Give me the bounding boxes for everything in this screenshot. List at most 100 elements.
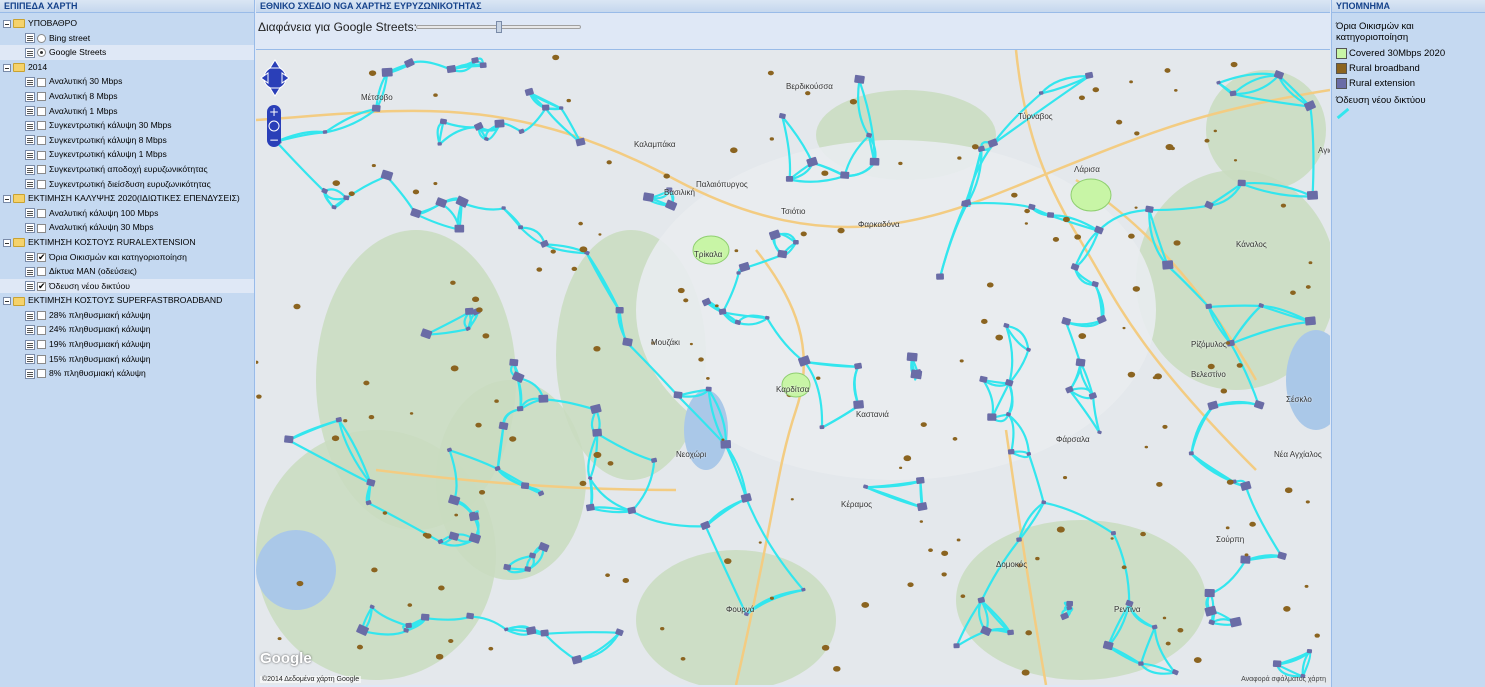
rural-broadband-area — [438, 585, 445, 591]
rural-extension-area — [322, 130, 328, 134]
layer-checkbox[interactable] — [37, 311, 46, 321]
layer-icon — [25, 33, 35, 44]
legend-items: Covered 30Mbps 2020 Rural broadband Rural … — [1336, 46, 1481, 91]
rural-extension-area — [1240, 555, 1251, 564]
rural-broadband-area — [1244, 553, 1249, 557]
report-error-link[interactable]: Αναφορά σφάλματος χάρτη — [1241, 676, 1326, 683]
layer-checkbox[interactable] — [37, 340, 46, 350]
layer-item[interactable]: Αναλυτική κάλυψη 100 Mbps — [0, 206, 254, 221]
rural-broadband-area — [1021, 669, 1030, 676]
collapse-icon[interactable] — [3, 238, 11, 247]
layer-label: Συγκεντρωτική αποδοχή ευρυζωνικότητας — [49, 163, 208, 174]
rural-broadband-area — [1074, 234, 1082, 240]
rural-broadband-area — [1249, 521, 1256, 527]
collapse-icon[interactable] — [3, 19, 11, 28]
collapse-icon[interactable] — [3, 297, 11, 306]
rural-extension-area — [466, 612, 474, 620]
layer-item[interactable]: ✔ Όδευση νέου δικτύου — [0, 278, 254, 294]
map-view[interactable]: Μέτσοβο Καλαμπάκα Βασιλική Τρίκαλα Ρεντίνα Φο… — [256, 50, 1330, 685]
layer-checkbox[interactable] — [37, 92, 46, 102]
rural-broadband-area — [1062, 476, 1068, 480]
layer-item[interactable]: 19% πληθυσμιακή κάλυψη — [0, 337, 254, 352]
rural-broadband-area — [593, 451, 602, 458]
layer-item[interactable]: Δίκτυα MAN (οδεύσεις) — [0, 264, 254, 279]
layer-item[interactable]: 24% πληθυσμιακή κάλυψη — [0, 322, 254, 337]
layer-checkbox[interactable] — [37, 165, 46, 175]
layer-checkbox[interactable] — [37, 121, 46, 131]
layer-item[interactable]: Αναλυτική 8 Mbps — [0, 89, 254, 104]
rural-broadband-area — [448, 638, 454, 644]
zoom-control[interactable]: + − — [266, 104, 282, 148]
rural-broadband-area — [1304, 584, 1309, 588]
layer-group[interactable]: 2014 — [0, 60, 254, 75]
layer-item[interactable]: Αναλυτική 1 Mbps — [0, 104, 254, 119]
layer-checkbox[interactable] — [37, 77, 46, 87]
rural-broadband-area — [412, 189, 420, 195]
rural-extension-area — [1306, 648, 1313, 654]
layer-checkbox[interactable] — [37, 208, 46, 218]
collapse-icon[interactable] — [3, 63, 11, 72]
layer-checkbox[interactable]: ✔ — [37, 281, 46, 291]
layer-checkbox[interactable] — [37, 267, 46, 277]
pan-down-icon[interactable] — [269, 87, 281, 97]
layer-checkbox[interactable] — [37, 325, 46, 335]
pan-control[interactable] — [260, 58, 290, 98]
rural-broadband-area — [919, 520, 924, 523]
rural-extension-area — [740, 493, 752, 503]
network-route — [461, 201, 504, 211]
layer-item[interactable]: Συγκεντρωτική διείσδυση ευρυζωνικότητας — [0, 177, 254, 192]
network-route — [1027, 453, 1045, 503]
layer-item[interactable]: Google Streets — [0, 45, 254, 60]
pan-up-icon[interactable] — [269, 59, 281, 69]
layer-checkbox[interactable]: ✔ — [37, 252, 46, 262]
rural-broadband-area — [1236, 363, 1243, 368]
layer-item[interactable]: Bing street — [0, 31, 254, 46]
rural-extension-area — [1162, 260, 1174, 270]
rural-broadband-area — [689, 342, 693, 346]
layer-item[interactable]: Συγκεντρωτική κάλυψη 30 Mbps — [0, 118, 254, 133]
layer-item[interactable]: ✔ Όρια Οικισμών και κατηγοριοποίηση — [0, 250, 254, 265]
rural-extension-area — [1075, 358, 1086, 367]
layer-checkbox[interactable] — [37, 150, 46, 160]
layer-checkbox[interactable] — [37, 106, 46, 116]
layer-group[interactable]: ΕΚΤΙΜΗΣΗ ΚΑΛΥΨΗΣ 2020(ΙΔΙΩΤΙΚΕΣ ΕΠΕΝΔΥΣΕ… — [0, 191, 254, 206]
rural-broadband-area — [566, 98, 571, 103]
rural-broadband-area — [368, 414, 375, 420]
transparency-slider-thumb[interactable] — [495, 21, 502, 33]
layer-item[interactable]: 8% πληθυσμιακή κάλυψη — [0, 366, 254, 381]
rural-broadband-area — [293, 303, 301, 310]
rural-broadband-area — [571, 266, 578, 272]
legend-item: Rural broadband — [1336, 61, 1481, 76]
layer-item[interactable]: Συγκεντρωτική κάλυψη 8 Mbps — [0, 133, 254, 148]
zoom-out-icon[interactable]: − — [269, 133, 279, 147]
layer-item[interactable]: 15% πληθυσμιακή κάλυψη — [0, 352, 254, 367]
map-canvas[interactable] — [256, 50, 1330, 685]
layer-checkbox[interactable] — [37, 179, 46, 189]
rural-extension-area — [1110, 530, 1117, 536]
rural-broadband-area — [1156, 481, 1163, 487]
town-label: Κάναλος — [1236, 240, 1267, 249]
layer-label: Αναλυτική 1 Mbps — [49, 105, 118, 116]
layer-radio[interactable] — [37, 33, 46, 43]
layer-checkbox[interactable] — [37, 223, 46, 233]
layer-icon — [25, 120, 35, 131]
layer-item[interactable]: Συγκεντρωτική κάλυψη 1 Mbps — [0, 147, 254, 162]
zoom-in-icon[interactable]: + — [269, 105, 279, 119]
layer-item[interactable]: Αναλυτική 30 Mbps — [0, 74, 254, 89]
layer-group[interactable]: ΕΚΤΙΜΗΣΗ ΚΟΣΤΟΥΣ RURALEXTENSION — [0, 235, 254, 250]
layer-item[interactable]: 28% πληθυσμιακή κάλυψη — [0, 308, 254, 323]
layer-group[interactable]: ΥΠΟΒΑΘΡΟ — [0, 16, 254, 31]
layer-radio[interactable] — [37, 48, 46, 58]
layer-checkbox[interactable] — [37, 135, 46, 145]
rural-broadband-area — [1128, 233, 1135, 239]
legend-line-swatch — [1336, 107, 1350, 120]
layer-item[interactable]: Αναλυτική κάλυψη 30 Mbps — [0, 220, 254, 235]
rural-extension-area — [718, 308, 727, 315]
rural-extension-area — [380, 169, 394, 181]
layer-checkbox[interactable] — [37, 354, 46, 364]
layer-checkbox[interactable] — [37, 369, 46, 379]
layer-group[interactable]: ΕΚΤΙΜΗΣΗ ΚΟΣΤΟΥΣ SUPERFASTBROADBAND — [0, 293, 254, 308]
layer-item[interactable]: Συγκεντρωτική αποδοχή ευρυζωνικότητας — [0, 162, 254, 177]
collapse-icon[interactable] — [3, 194, 11, 203]
rural-broadband-area — [1110, 537, 1114, 540]
